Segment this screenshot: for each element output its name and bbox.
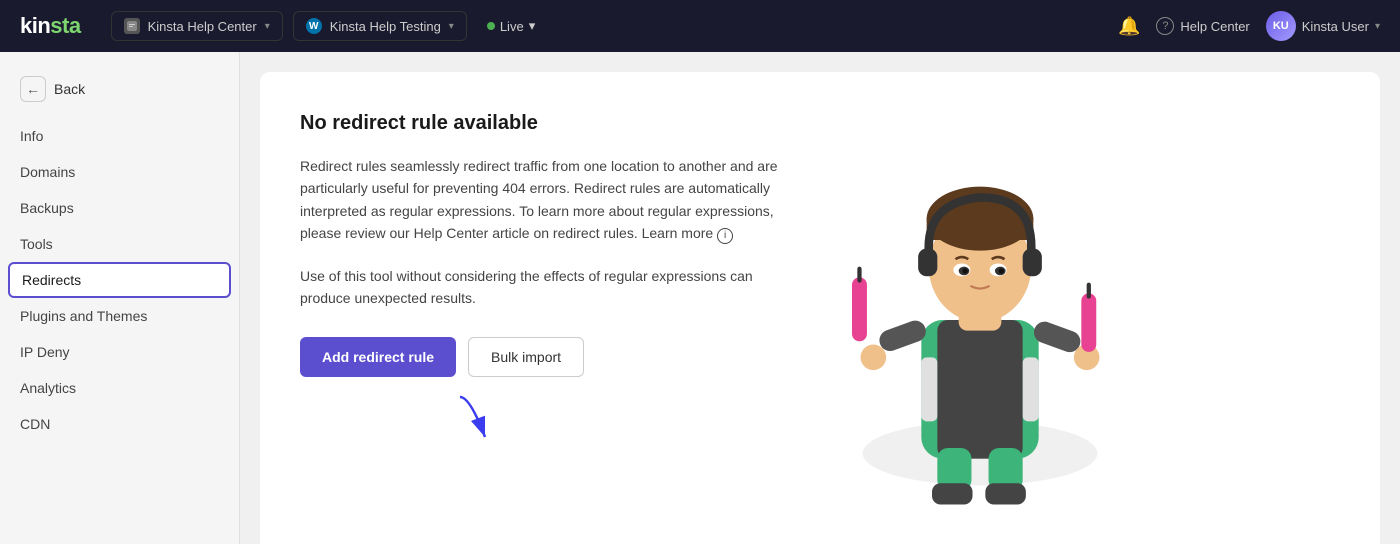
site1-chevron-icon: ▾ — [265, 21, 270, 32]
help-center-link[interactable]: ? Help Center — [1156, 17, 1249, 35]
sidebar-item-cdn[interactable]: CDN — [0, 406, 239, 442]
user-chevron-icon: ▾ — [1375, 21, 1380, 32]
help-label: Help Center — [1180, 19, 1249, 34]
info-circle-icon: i — [717, 228, 733, 244]
logo: kinsta — [20, 13, 81, 39]
site1-icon — [124, 18, 140, 34]
add-redirect-rule-button[interactable]: Add redirect rule — [300, 337, 456, 377]
back-arrow-icon: ← — [20, 76, 46, 102]
avatar: KU — [1266, 11, 1296, 41]
back-button[interactable]: ← Back — [0, 68, 239, 118]
main-content: No redirect rule available Redirect rule… — [240, 52, 1400, 544]
main-layout: ← Back Info Domains Backups Tools Redire… — [0, 52, 1400, 544]
warning-text: Use of this tool without considering the… — [300, 265, 780, 310]
sidebar-item-analytics[interactable]: Analytics — [0, 370, 239, 406]
sidebar-item-plugins-themes[interactable]: Plugins and Themes — [0, 298, 239, 334]
arrow-annotation — [450, 392, 530, 457]
sidebar-item-domains[interactable]: Domains — [0, 154, 239, 190]
user-menu[interactable]: KU Kinsta User ▾ — [1266, 11, 1380, 41]
sidebar-item-backups[interactable]: Backups — [0, 190, 239, 226]
description-1: Redirect rules seamlessly redirect traff… — [300, 155, 780, 245]
site2-label: Kinsta Help Testing — [330, 19, 441, 34]
live-dot-icon — [487, 22, 495, 30]
logo-text: kinsta — [20, 13, 81, 39]
top-navigation: kinsta Kinsta Help Center ▾ W Kinsta Hel… — [0, 0, 1400, 52]
help-circle-icon: ? — [1156, 17, 1174, 35]
sidebar-item-info[interactable]: Info — [0, 118, 239, 154]
avatar-initials: KU — [1273, 20, 1289, 32]
live-status[interactable]: Live ▾ — [477, 12, 545, 40]
sidebar-item-redirects[interactable]: Redirects — [8, 262, 231, 298]
notification-bell-icon[interactable]: 🔔 — [1118, 16, 1140, 37]
bulk-import-button[interactable]: Bulk import — [468, 337, 584, 377]
site1-selector[interactable]: Kinsta Help Center ▾ — [111, 11, 283, 41]
content-right — [820, 112, 1140, 517]
sidebar-nav: Info Domains Backups Tools Redirects Plu… — [0, 118, 239, 442]
wordpress-icon: W — [306, 18, 322, 34]
sidebar: ← Back Info Domains Backups Tools Redire… — [0, 52, 240, 544]
page-title: No redirect rule available — [300, 112, 780, 135]
live-chevron-icon: ▾ — [529, 18, 536, 34]
back-label: Back — [54, 81, 85, 97]
live-label: Live — [500, 19, 524, 34]
sidebar-item-ip-deny[interactable]: IP Deny — [0, 334, 239, 370]
site2-chevron-icon: ▾ — [449, 21, 454, 32]
nav-right: 🔔 ? Help Center KU Kinsta User ▾ — [1118, 11, 1380, 41]
content-card: No redirect rule available Redirect rule… — [260, 72, 1380, 544]
site1-label: Kinsta Help Center — [148, 19, 257, 34]
content-left: No redirect rule available Redirect rule… — [300, 112, 780, 517]
learn-more-link[interactable]: Learn more i — [642, 225, 733, 241]
action-buttons: Add redirect rule Bulk import — [300, 337, 780, 377]
sidebar-item-tools[interactable]: Tools — [0, 226, 239, 262]
redirect-illustration — [820, 112, 1140, 517]
user-name: Kinsta User — [1302, 19, 1369, 34]
site2-selector[interactable]: W Kinsta Help Testing ▾ — [293, 11, 467, 41]
